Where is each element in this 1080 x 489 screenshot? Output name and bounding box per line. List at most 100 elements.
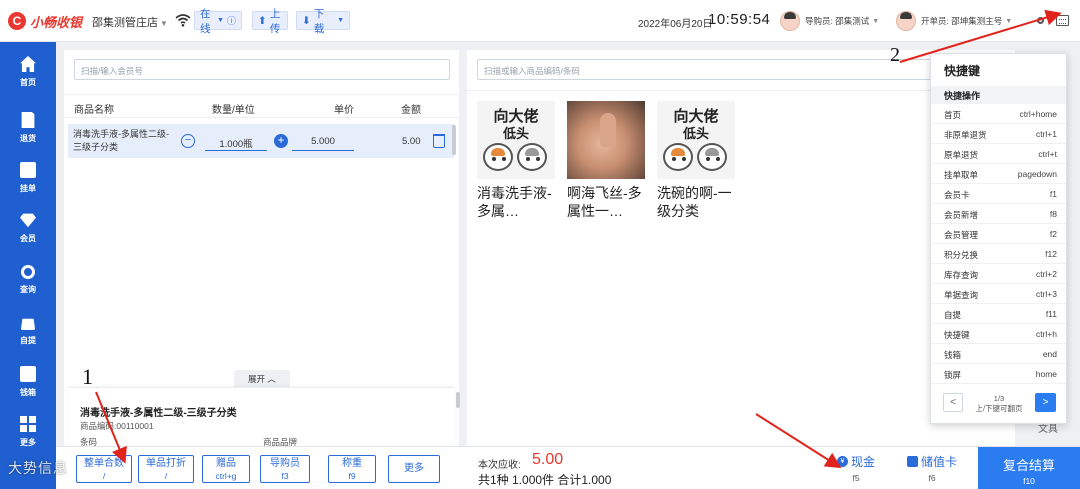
hang-order-icon [20, 162, 36, 178]
col-amount-header: 金额 [401, 105, 421, 116]
shortcut-name: 锁屏 [944, 370, 962, 380]
cart-scrollbar[interactable] [452, 125, 456, 155]
sidebar-item-hang-order[interactable]: 挂单 [0, 154, 56, 202]
shortcut-row: 非原单退货 ctrl+1 [931, 124, 1066, 144]
shortcut-key: f8 [1049, 209, 1057, 219]
bottom-bar: 整单合数 / 单品打折 / 赠品 ctrl+g 导购员 f3 称重 f9 更多 本次应收:… [56, 446, 1080, 489]
grid-icon [20, 416, 36, 432]
expand-toggle[interactable]: 展开 ︿ [234, 370, 290, 387]
expand-label: 展开 [248, 374, 266, 384]
shortcut-name: 会员管理 [944, 230, 979, 240]
meme-caption: 低头 [502, 127, 529, 142]
shortcut-name: 钱箱 [944, 350, 962, 360]
shortcut-section: 快捷操作 [931, 86, 1066, 104]
button-shortcut: f9 [348, 471, 356, 481]
search-icon [21, 265, 35, 279]
checkout-button[interactable]: 复合结算 f10 [978, 447, 1080, 489]
shortcut-row: 挂单取单 pagedown [931, 164, 1066, 184]
shortcut-row: 钱箱 end [931, 344, 1066, 364]
prev-page-button[interactable]: < [943, 393, 963, 412]
qty-increase-button[interactable]: + [274, 134, 288, 148]
store-selector[interactable]: 邵集测管庄店 ▼ [92, 14, 168, 30]
product-search-input[interactable]: 扫描或输入商品编码/条码 [477, 59, 947, 80]
cat-icon [483, 143, 513, 171]
more-button[interactable]: 更多 [388, 455, 440, 483]
button-shortcut: / [102, 471, 106, 481]
detail-scrollbar[interactable] [456, 392, 460, 408]
checkout-label: 复合结算 [1002, 458, 1055, 473]
chevron-down-icon: ▼ [160, 19, 168, 28]
shortcut-row: 首页 ctrl+home [931, 104, 1066, 124]
opener-avatar [896, 11, 916, 31]
member-search-input[interactable]: 扫描/输入会员号 [74, 59, 450, 80]
shortcut-row: 会员卡 f1 [931, 184, 1066, 204]
chevron-down-icon: ▼ [872, 17, 880, 25]
download-button[interactable]: ⬇ 下载 ▼ [296, 8, 350, 35]
price-field[interactable]: 5.000 [292, 134, 354, 151]
button-label: 整单合数 [84, 458, 124, 469]
shortcut-row: 快捷键 ctrl+h [931, 324, 1066, 344]
col-price-header: 单价 [334, 105, 354, 116]
item-discount-button[interactable]: 单品打折 / [138, 455, 194, 483]
button-shortcut: ctrl+g [215, 471, 237, 481]
sidebar-item-cashbox[interactable]: 钱箱 [0, 358, 56, 406]
col-name-header: 商品名称 [74, 105, 114, 116]
trash-icon[interactable] [433, 134, 445, 148]
stored-card-pay-button[interactable]: 储值卡 f6 [902, 453, 962, 485]
gear-icon[interactable] [1034, 15, 1047, 26]
guide-selector[interactable]: 导购员: 邵集测试 ▼ [780, 10, 879, 32]
shortcut-row: 积分兑换 f12 [931, 244, 1066, 264]
sidebar-item-label: 挂单 [20, 184, 36, 193]
sidebar-item-more[interactable]: 更多 [0, 408, 56, 456]
qty-field[interactable]: 1.000瓶 [205, 134, 267, 151]
opener-selector[interactable]: 开单员: 邵坤集测主号 ▼ [896, 10, 1012, 32]
shortcut-title: 快捷键 [944, 64, 981, 78]
shortcut-row: 单据查询 ctrl+3 [931, 284, 1066, 304]
app-name: 小畅收银 [30, 14, 83, 30]
gift-button[interactable]: 赠品 ctrl+g [202, 455, 250, 483]
download-icon: ⬇ [302, 14, 311, 27]
upload-button[interactable]: ⬆ 上传 [252, 8, 288, 35]
button-label: 导购员 [270, 458, 300, 469]
annotation-number-1: 1 [82, 364, 93, 389]
online-status-button[interactable]: 在线 ▼ ⓘ [194, 8, 242, 35]
product-image-photo [567, 101, 645, 179]
product-card[interactable]: 向大佬 低头 消毒洗手液-多属… [477, 101, 557, 220]
whole-order-button[interactable]: 整单合数 / [76, 455, 132, 483]
cash-pay-button[interactable]: ¥ 现金 f5 [826, 453, 886, 485]
shortcut-name: 库存查询 [944, 270, 979, 280]
product-image-meme: 向大佬 低头 [657, 101, 735, 179]
guide-avatar [780, 11, 800, 31]
checkout-shortcut: f10 [1023, 476, 1035, 486]
shortcut-key: ctrl+home [1019, 109, 1057, 119]
app-logo: C 小畅收银 [8, 11, 82, 31]
wifi-icon [175, 14, 191, 27]
product-card[interactable]: 啊海飞丝-多属性一… [567, 101, 647, 220]
product-card[interactable]: 向大佬 低头 洗碗的啊-一级分类 [657, 101, 737, 220]
table-row[interactable]: 消毒洗手液-多属性二级-三级子分类 − 1.000瓶 + 5.000 5.00 [68, 124, 454, 158]
amount-due-label: 本次应收: [478, 460, 521, 471]
diamond-icon [20, 213, 36, 228]
shortcut-name: 自提 [944, 310, 962, 320]
sidebar-item-home[interactable]: 首页 [0, 48, 56, 96]
meme-caption: 低头 [682, 127, 709, 142]
shortcut-key: f1 [1049, 189, 1057, 199]
sidebar-item-query[interactable]: 查询 [0, 256, 56, 304]
bag-icon [20, 318, 36, 330]
next-page-button[interactable]: > [1035, 393, 1056, 412]
sidebar-item-label: 查询 [20, 285, 36, 294]
sidebar-item-return[interactable]: 退货 [0, 104, 56, 152]
qty-decrease-button[interactable]: − [181, 134, 195, 148]
keyboard-shortcut-icon[interactable] [1056, 15, 1069, 26]
shortcut-name: 原单退货 [944, 150, 979, 160]
cat-icon [697, 143, 727, 171]
weigh-button[interactable]: 称重 f9 [328, 455, 376, 483]
pay-shortcut: f5 [852, 473, 860, 483]
guide-button[interactable]: 导购员 f3 [260, 455, 310, 483]
sidebar-item-label: 更多 [20, 438, 36, 447]
shortcut-key: ctrl+1 [1035, 129, 1057, 139]
sidebar-item-member[interactable]: 会员 [0, 204, 56, 252]
sidebar-item-pickup[interactable]: 自提 [0, 306, 56, 354]
shortcut-row: 原单退货 ctrl+t [931, 144, 1066, 164]
shortcut-row: 会员管理 f2 [931, 224, 1066, 244]
